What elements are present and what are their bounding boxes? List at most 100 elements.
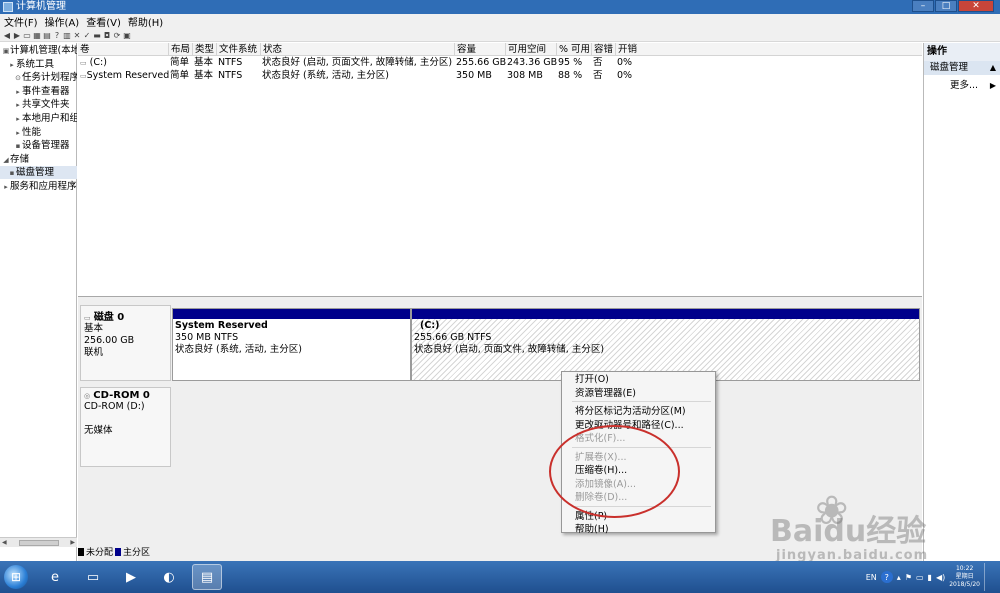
scroll-right-icon[interactable]: ▶ [70, 539, 75, 546]
actions-more[interactable]: 更多... ▶ [924, 79, 1000, 93]
context-menu-item[interactable]: 打开(O) [562, 373, 715, 387]
nav-item[interactable]: ▸ 服务和应用程序 [0, 180, 77, 193]
legend-unallocated-label: 未分配 [86, 548, 114, 558]
tree-node-icon: ▸ [16, 101, 20, 110]
nav-item[interactable]: ◢存储 [0, 153, 77, 166]
col-overhead[interactable]: 开销 [615, 43, 665, 56]
nav-item[interactable]: ▸ 本地用户和组 [0, 112, 77, 125]
nav-item[interactable]: ▪ 设备管理器 [0, 139, 77, 152]
clock[interactable]: 10:22 星期日 2018/5/20 [949, 565, 980, 589]
nav-item[interactable]: ▪ 磁盘管理 [0, 166, 77, 180]
scroll-left-icon[interactable]: ◀ [2, 539, 7, 546]
chat-icon[interactable]: ◐ [154, 564, 184, 590]
tree-node-icon: ▸ [4, 183, 8, 191]
explorer-folder-icon[interactable]: ▭ [78, 564, 108, 590]
col-status[interactable]: 状态 [260, 43, 454, 56]
col-fault-tolerance[interactable]: 容错 [591, 43, 615, 56]
layout-cell: 简单 [170, 57, 190, 68]
network-icon[interactable]: ▮ [928, 573, 932, 582]
delete-icon[interactable]: ✕ [73, 31, 81, 40]
show-desktop-button[interactable] [984, 563, 992, 591]
list-icon[interactable]: ▥ [63, 31, 71, 40]
ie-icon[interactable]: e [40, 564, 70, 590]
nav-item[interactable]: ▸ 系统工具 [0, 58, 77, 71]
taskbar: ⊞ e ▭ ▶ ◐ ▤ EN ? ▴ ⚑ ▭ ▮ ◀) 10:22 星期日 2018/5… [0, 561, 1000, 593]
overhead-cell: 0% [617, 70, 633, 81]
nav-item-label: 共享文件夹 [22, 99, 70, 111]
tree-node-icon: ▸ [16, 128, 20, 137]
tray-expand-icon[interactable]: ▴ [897, 573, 901, 582]
legend-primary-swatch [115, 547, 122, 556]
partition-system-reserved[interactable]: System Reserved 350 MB NTFS 状态良好 (系统, 活动… [172, 308, 411, 381]
menu-separator [572, 446, 711, 450]
col-volume[interactable]: 卷 [78, 43, 168, 56]
context-menu-item: 扩展卷(X)... [575, 451, 627, 463]
context-menu-item[interactable]: 将分区标记为活动分区(M) [562, 405, 715, 419]
col-filesystem[interactable]: 文件系统 [216, 43, 260, 56]
maximize-button[interactable]: □ [935, 0, 957, 12]
actions-section-disk-management[interactable]: 磁盘管理 ▲ [924, 61, 1000, 75]
cdrom-0-title: ◎ CD-ROM 0 [84, 390, 150, 401]
col-type[interactable]: 类型 [192, 43, 216, 56]
actions-section-label: 磁盘管理 [930, 62, 969, 73]
filesystem-cell: NTFS [218, 57, 243, 68]
cdrom-0-info[interactable]: ◎ CD-ROM 0 CD-ROM (D:) 无媒体 [80, 387, 171, 467]
nav-item[interactable]: ▸ 事件查看器 [0, 85, 77, 98]
menu-help[interactable]: 帮助(H) [128, 14, 163, 29]
col-free-space[interactable]: 可用空间 [505, 43, 556, 56]
start-button[interactable]: ⊞ [4, 565, 28, 589]
collapse-up-icon[interactable]: ▲ [990, 61, 996, 75]
col-capacity[interactable]: 容量 [454, 43, 505, 56]
folder-icon[interactable]: ▬ [93, 31, 101, 40]
context-menu-item[interactable]: 帮助(H) [562, 523, 715, 537]
volume-icon: ▭ [80, 59, 87, 67]
nav-item[interactable]: ▸ 共享文件夹 [0, 98, 77, 111]
help-icon[interactable]: ? [53, 31, 61, 40]
nav-item[interactable]: ⊙任务计划程序 [0, 71, 77, 84]
help-icon[interactable]: ? [880, 571, 893, 583]
nav-horizontal-scrollbar[interactable]: ◀ ▶ [0, 537, 77, 547]
toolbar: ◀ ▶ ▭ ▦ ▤ ? ▥ ✕ ✓ ▬ ◘ ⟳ ▣ [0, 29, 1000, 42]
volume-icon[interactable]: ◀) [936, 573, 945, 582]
display-icon[interactable]: ▭ [916, 573, 924, 582]
menu-action[interactable]: 操作(A) [45, 14, 80, 29]
properties-icon[interactable]: ▤ [43, 31, 51, 40]
nav-item[interactable]: ▣计算机管理(本地) [0, 44, 77, 57]
disk-0-info[interactable]: ▭ 磁盘 0 基本 256.00 GB 联机 [80, 305, 171, 381]
show-tree-icon[interactable]: ▦ [33, 31, 41, 40]
minimize-button[interactable]: – [912, 0, 934, 12]
forward-arrow-icon[interactable]: ▶ [13, 31, 21, 40]
disk-icon[interactable]: ◘ [103, 31, 111, 40]
col-percent-free[interactable]: % 可用 [556, 43, 591, 56]
status-cell: 状态良好 (系统, 活动, 主分区) [262, 70, 390, 81]
context-menu-item[interactable]: 更改驱动器号和路径(C)... [562, 419, 715, 433]
check-icon[interactable]: ✓ [83, 31, 91, 40]
navigation-tree: ▣计算机管理(本地) ▸ 系统工具 ⊙任务计划程序 ▸ 事件查看器 ▸ 共享文件夹 ▸ 本地用户和… [0, 43, 77, 561]
window-title: 计算机管理 [16, 1, 66, 12]
legend-unallocated-swatch [78, 547, 84, 556]
partition-status: 状态良好 (启动, 页面文件, 故障转储, 主分区) [414, 344, 605, 355]
flag-icon[interactable]: ⚑ [905, 573, 912, 582]
refresh-icon[interactable]: ⟳ [113, 31, 121, 40]
partition-status: 状态良好 (系统, 活动, 主分区) [175, 344, 303, 355]
menu-file[interactable]: 文件(F) [4, 14, 38, 29]
close-button[interactable]: ✕ [958, 0, 994, 12]
col-layout[interactable]: 布局 [168, 43, 192, 56]
context-menu-item[interactable]: 属性(P) [562, 510, 715, 524]
context-menu-item[interactable]: 压缩卷(H)... [562, 464, 715, 478]
view-icon[interactable]: ▣ [123, 31, 131, 40]
context-menu-item[interactable]: 资源管理器(E) [562, 387, 715, 401]
free-space-cell: 308 MB [507, 70, 543, 81]
table-row[interactable]: ▭System Reserved 简单 基本 NTFS 状态良好 (系统, 活动… [78, 69, 922, 82]
scroll-thumb[interactable] [18, 539, 59, 546]
media-player-icon[interactable]: ▶ [116, 564, 146, 590]
menu-view[interactable]: 查看(V) [86, 14, 121, 29]
computer-management-icon[interactable]: ▤ [192, 564, 222, 590]
clock-day: 星期日 [955, 573, 974, 580]
up-folder-icon[interactable]: ▭ [23, 31, 31, 40]
back-arrow-icon[interactable]: ◀ [3, 31, 11, 40]
nav-item[interactable]: ▸ 性能 [0, 126, 77, 139]
language-indicator[interactable]: EN [866, 573, 877, 582]
table-row[interactable]: ▭ (C:) 简单 基本 NTFS 状态良好 (启动, 页面文件, 故障转储, … [78, 56, 922, 69]
nav-item-label: 存储 [10, 153, 30, 165]
